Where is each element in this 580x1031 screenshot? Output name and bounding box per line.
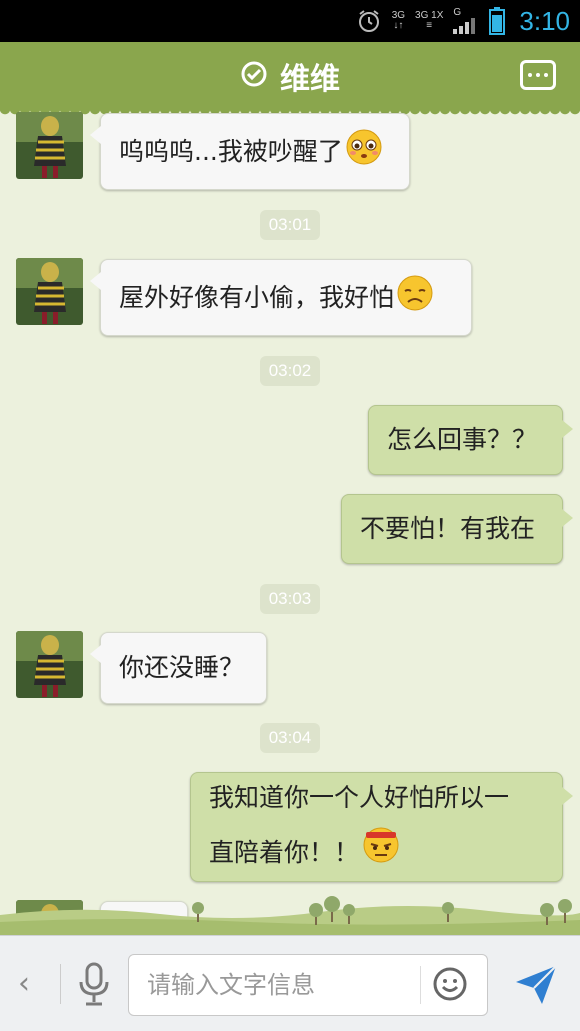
contact-avatar[interactable]	[16, 631, 83, 698]
signal-icon: G	[453, 8, 479, 34]
message-text-line: 直陪着你！！	[209, 838, 360, 867]
battery-icon	[489, 7, 506, 35]
message-timestamp: 03:02	[260, 356, 320, 386]
status-time: 3:10	[519, 5, 570, 36]
incoming-message[interactable]: 你还没睡？	[90, 632, 267, 704]
chat-header: 维维	[0, 42, 580, 116]
landscape-decoration	[0, 880, 580, 935]
chat-messages[interactable]: 呜呜呜...我被吵醒了 03:01 屋外好像有小偷，我好怕 03:02 怎么回事…	[0, 110, 580, 935]
network-g-label: G	[453, 7, 462, 18]
message-timestamp: 03:04	[260, 723, 320, 753]
header-title-group: 维维	[240, 54, 340, 98]
message-text: 屋外好像有小偷，我好怕	[119, 282, 395, 312]
alarm-icon	[356, 8, 382, 34]
smiley-icon[interactable]	[432, 966, 468, 1002]
determined-face-icon	[361, 824, 401, 882]
message-timestamp: 03:01	[260, 210, 320, 240]
message-text: 怎么回事？？	[387, 425, 538, 454]
divider	[60, 964, 61, 1004]
sad-face-icon	[396, 274, 434, 322]
message-timestamp: 03:03	[260, 584, 320, 614]
message-text: 不要怕！有我在	[360, 514, 536, 543]
pleading-face-icon	[345, 128, 383, 176]
contact-name: 维维	[280, 62, 340, 97]
message-text: 你还没睡？	[119, 653, 245, 682]
more-dots-icon	[528, 73, 532, 77]
input-bar: ‹	[0, 935, 580, 1031]
message-text-line: 我知道你一个人好怕所以一	[209, 783, 510, 812]
outgoing-message[interactable]: 我知道你一个人好怕所以一 直陪着你！！	[190, 772, 573, 882]
outgoing-message[interactable]: 怎么回事？？	[368, 405, 573, 475]
incoming-message[interactable]: 屋外好像有小偷，我好怕	[90, 259, 472, 336]
message-text: 呜呜呜...我被吵醒了	[119, 136, 343, 166]
contact-avatar[interactable]	[16, 258, 83, 325]
send-arrow-icon[interactable]	[512, 960, 560, 1008]
outgoing-message[interactable]: 不要怕！有我在	[341, 494, 573, 564]
more-menu-button[interactable]	[520, 60, 556, 90]
network-3g-icon: 3G ↓↑	[391, 10, 406, 31]
message-text-line-group: 直陪着你！！	[209, 824, 401, 882]
contact-avatar[interactable]	[16, 112, 83, 179]
divider	[420, 966, 421, 1004]
status-bar: 3G ↓↑ 3G 1X ≡ G 3:10	[0, 0, 580, 42]
check-circle-icon	[240, 60, 268, 92]
chevron-left-icon[interactable]: ‹	[18, 966, 30, 1001]
microphone-icon[interactable]	[74, 960, 114, 1008]
network-3g1x-icon: 3G 1X ≡	[415, 10, 444, 31]
incoming-message[interactable]: 呜呜呜...我被吵醒了	[90, 113, 410, 190]
